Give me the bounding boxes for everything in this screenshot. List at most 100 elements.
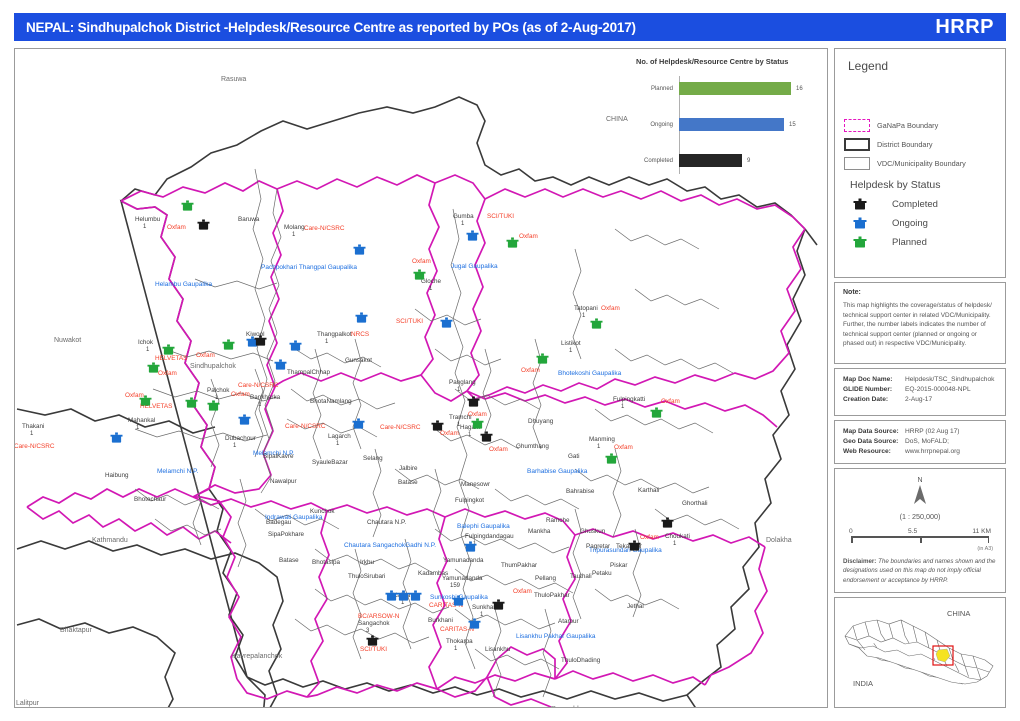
vdc-label: Yamunadanda (443, 557, 484, 564)
vdc-count-label: 1 (461, 221, 465, 227)
partner-org-label: Care-N/CSRC (304, 225, 345, 232)
gaupalika-label: Jugal Gaupalika (451, 263, 498, 270)
source-info-box: Map Data Source: HRRP (02 Aug 17) Geo Data… (834, 420, 1006, 464)
helpdesk-icon-completed[interactable] (431, 419, 444, 437)
partner-org-label: SCI/TUKI (487, 213, 514, 220)
chart-bar (679, 118, 784, 131)
vdc-label: Haibung (105, 472, 129, 479)
scalebar (851, 536, 989, 544)
helpdesk-icon-ongoing[interactable] (409, 589, 422, 607)
helpdesk-icon-ongoing[interactable] (352, 417, 365, 435)
vdc-label: Yamunadanda (442, 575, 483, 582)
disclaimer: Disclaimer: The boundaries and names sho… (843, 557, 997, 585)
helpdesk-icon-planned[interactable] (207, 399, 220, 417)
helpdesk-icon-ongoing[interactable] (355, 311, 368, 329)
vdc-label: Lisankhu (485, 646, 511, 653)
chart-bar (679, 82, 791, 95)
helpdesk-icon-ongoing[interactable] (468, 617, 481, 635)
helpdesk-icon-completed[interactable] (254, 334, 267, 352)
vdc-label: ThumPakhar (501, 562, 538, 569)
doc-info-rows: Map Doc Name: Helpdesk/TSC_Sindhupalchok G… (843, 375, 997, 406)
helpdesk-icon-ongoing[interactable] (466, 229, 479, 247)
helpdesk-icon-ongoing[interactable] (238, 413, 251, 431)
legend-row-district: District Boundary (844, 138, 996, 151)
district-label: Sindhupalchok (190, 363, 236, 370)
vdc-count-label: 1 (325, 339, 329, 345)
helpdesk-icon-ongoing[interactable] (464, 540, 477, 558)
map-canvas[interactable]: .dist { fill:none; stroke:#3a3a3a; strok… (14, 48, 828, 708)
vdc-label: Listikot (561, 340, 581, 347)
helpdesk-icon-planned[interactable] (181, 199, 194, 217)
gaupalika-label: Balephi Gaupalika (457, 523, 510, 530)
helpdesk-icon-completed[interactable] (366, 634, 379, 652)
chart-category-label: Completed (643, 157, 673, 164)
helpdesk-icon-ongoing[interactable] (440, 316, 453, 334)
chart-bar-row: Completed 9 (633, 154, 823, 167)
helpdesk-icon-completed[interactable] (480, 430, 493, 448)
inset-label-china: CHINA (947, 609, 970, 618)
scalebar-tick-mid: 5.5 (907, 528, 918, 535)
vdc-label: Gumba (453, 213, 474, 220)
inset-map-box[interactable]: CHINA INDIA (834, 597, 1006, 708)
info-key: GLIDE Number: (843, 386, 893, 394)
helpdesk-icon-ongoing[interactable] (110, 431, 123, 449)
hrrp-logo: HRRP (935, 15, 994, 38)
gaupalika-label: Lisankhu Pakhar Gaupalika (516, 633, 596, 640)
helpdesk-icon-completed[interactable] (197, 218, 210, 236)
vdc-label: Jethal (627, 603, 644, 610)
helpdesk-icon-planned[interactable] (222, 338, 235, 356)
chart-title: No. of Helpdesk/Resource Centre by Statu… (636, 57, 789, 66)
partner-org-label: Care-N/CSRC (285, 423, 326, 430)
vdc-label: Panglang (449, 379, 476, 386)
vdc-label: Atarpur (558, 618, 579, 625)
district-label: Ramechhap (551, 706, 589, 707)
district-label: Kathmandu (92, 537, 128, 544)
legend-status-planned: Planned (844, 236, 996, 249)
helpdesk-icon-ongoing[interactable] (452, 594, 465, 612)
helpdesk-icon-ongoing[interactable] (289, 339, 302, 357)
vdc-label: Burkhani (428, 617, 453, 624)
helpdesk-icon-planned[interactable] (506, 236, 519, 254)
vdc-label: ThampalChhap (287, 369, 331, 376)
helpdesk-icon-planned (850, 236, 870, 249)
vdc-label: Gati (568, 453, 580, 460)
ganapa-boundary-label: GaNaPa Boundary (877, 121, 939, 130)
vdc-count-label: 1 (429, 286, 433, 292)
chart-value-label: 9 (747, 157, 751, 164)
scalebar-tick-0: 0 (849, 528, 853, 535)
helpdesk-icon-planned[interactable] (147, 361, 160, 379)
vdc-label: Dubachour (225, 435, 256, 442)
helpdesk-icon-planned[interactable] (162, 343, 175, 361)
vdc-label: Pagretar (586, 543, 611, 550)
helpdesk-icon-planned[interactable] (413, 268, 426, 286)
chart-value-label: 15 (789, 121, 796, 128)
gaupalika-label: Chautara SangachokGadhi N.P. (344, 542, 437, 549)
helpdesk-icon-ongoing[interactable] (274, 358, 287, 376)
helpdesk-icon-completed[interactable] (467, 395, 480, 413)
inset-label-india: INDIA (853, 679, 873, 688)
north-letter: N (917, 477, 923, 484)
vdc-count-label: 1 (457, 387, 461, 393)
helpdesk-icon-planned[interactable] (605, 452, 618, 470)
helpdesk-icon-planned[interactable] (590, 317, 603, 335)
vdc-label: Tramchi (449, 414, 472, 421)
doc-info-row: Creation Date: 2-Aug-17 (843, 395, 997, 405)
info-value: www.hrrpnepal.org (905, 448, 960, 456)
vdc-label: Helumbu (135, 216, 161, 223)
helpdesk-icon-planned[interactable] (650, 406, 663, 424)
partner-org-label: Oxfam (661, 398, 680, 405)
helpdesk-icon-completed[interactable] (661, 516, 674, 534)
vdc-label: Pellang (535, 575, 557, 582)
helpdesk-icon-planned[interactable] (185, 396, 198, 414)
chart-value-label: 16 (796, 85, 803, 92)
district-label: Dolakha (766, 537, 792, 544)
helpdesk-icon-completed[interactable] (628, 539, 641, 557)
vdc-label: Irkhu (360, 559, 374, 566)
vdc-label: Kunchok (310, 508, 335, 515)
helpdesk-icon-ongoing[interactable] (353, 243, 366, 261)
north-arrow-wrap: N (843, 477, 997, 511)
helpdesk-icon-planned[interactable] (139, 394, 152, 412)
helpdesk-icon-planned[interactable] (536, 352, 549, 370)
vdc-label: Dhuyang (528, 418, 554, 425)
helpdesk-icon-completed[interactable] (492, 598, 505, 616)
